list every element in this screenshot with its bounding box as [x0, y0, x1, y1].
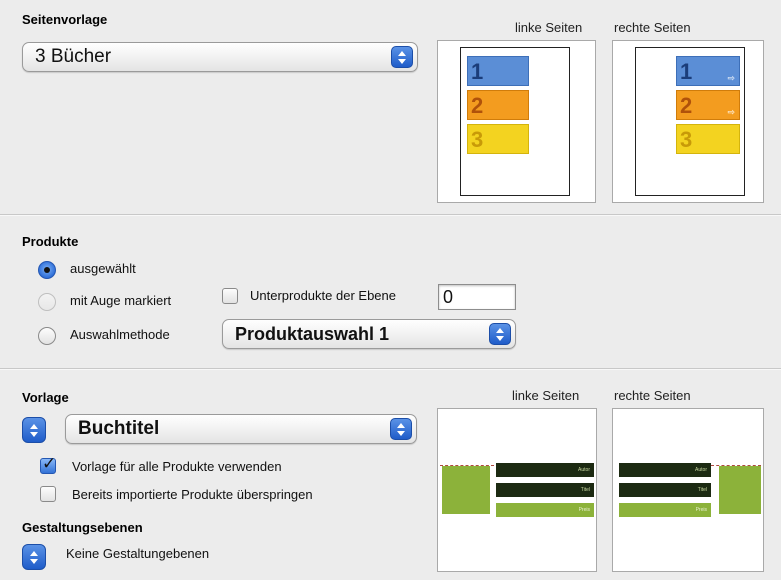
seitenvorlage-heading: Seitenvorlage [22, 12, 108, 27]
seitenvorlage-value: 3 Bücher [35, 46, 112, 67]
vorlage-left-preview: Autor Titel Preis [437, 408, 597, 572]
use-for-all-label: Vorlage für alle Produkte verwenden [72, 459, 282, 474]
preview-block-2: 2 [467, 90, 529, 120]
divider [0, 214, 781, 216]
title-bar: Titel [619, 483, 711, 497]
right-pages-caption: rechte Seiten [614, 20, 691, 35]
popup-arrows-icon [489, 323, 511, 345]
vorlage-heading: Vorlage [22, 390, 69, 405]
vorlage-value: Buchtitel [78, 418, 160, 439]
divider [0, 368, 781, 370]
author-bar: Autor [619, 463, 711, 477]
title-bar: Titel [496, 483, 594, 497]
radio-eye-marked[interactable] [38, 293, 56, 311]
right-pages-caption: rechte Seiten [614, 388, 691, 403]
seitenvorlage-popup[interactable]: 3 Bücher [22, 42, 418, 72]
vorlage-popup[interactable]: Buchtitel [65, 414, 417, 444]
radio-selection-method[interactable] [38, 327, 56, 345]
subproducts-checkbox[interactable] [222, 288, 238, 304]
subproducts-label: Unterprodukte der Ebene [250, 288, 396, 303]
price-bar: Preis [619, 503, 711, 517]
left-pages-caption: linke Seiten [515, 20, 583, 35]
preview-block-3: 3 [676, 124, 740, 154]
preview-block-1: 1 [467, 56, 529, 86]
subproducts-level-field[interactable]: 0 [438, 284, 516, 310]
vorlage-right-preview: Autor Titel Preis [612, 408, 764, 572]
cover-image-block [719, 466, 761, 514]
gestaltungsebenen-heading: Gestaltungsebenen [22, 520, 143, 535]
preview-block-2: 2 ⇨ [676, 90, 740, 120]
right-page: 1 ⇨ 2 ⇨ 3 [635, 47, 745, 196]
right-pages-preview: 1 ⇨ 2 ⇨ 3 [612, 40, 764, 203]
radio-selected-label: ausgewählt [70, 261, 136, 276]
gestaltung-value: Keine Gestaltungebenen [66, 546, 210, 561]
price-bar: Preis [496, 503, 594, 517]
preview-block-3: 3 [467, 124, 529, 154]
produkte-heading: Produkte [22, 234, 79, 249]
gestaltung-stepper-icon[interactable] [22, 544, 46, 570]
left-pages-caption: linke Seiten [512, 388, 580, 403]
skip-imported-checkbox[interactable] [40, 486, 56, 502]
radio-eye-marked-label: mit Auge markiert [70, 293, 172, 308]
use-for-all-checkbox[interactable] [40, 454, 56, 474]
selection-method-popup[interactable]: Produktauswahl 1 [222, 319, 516, 349]
cover-image-block [442, 466, 490, 514]
popup-arrows-icon [391, 46, 413, 68]
skip-imported-label: Bereits importierte Produkte überspringe… [72, 487, 313, 502]
vorlage-stepper-icon[interactable] [22, 417, 46, 443]
author-bar: Autor [496, 463, 594, 477]
left-page: 1 2 3 [460, 47, 570, 196]
popup-arrows-icon [390, 418, 412, 440]
left-pages-preview: 1 2 3 [437, 40, 596, 203]
selection-method-value: Produktauswahl 1 [235, 323, 390, 344]
radio-selection-method-label: Auswahlmethode [70, 327, 170, 342]
radio-selected[interactable] [38, 261, 56, 279]
preview-block-1: 1 ⇨ [676, 56, 740, 86]
